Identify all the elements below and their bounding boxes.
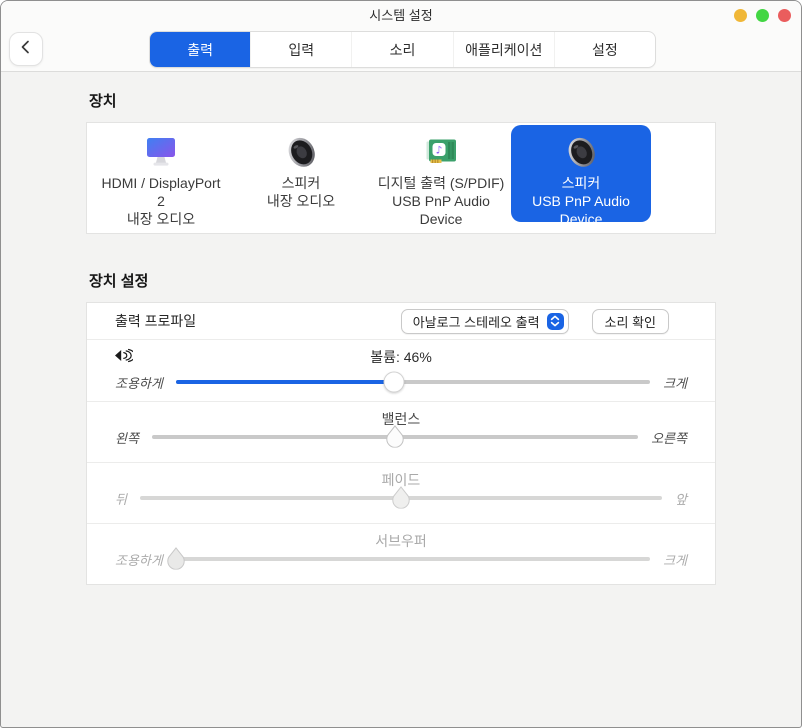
tab-sound-label: 소리 <box>390 40 416 60</box>
volume-slider-thumb[interactable] <box>383 372 404 393</box>
device-settings-panel: 출력 프로파일 아날로그 스테레오 출력 소리 확인 <box>86 302 716 585</box>
output-profile-label: 출력 프로파일 <box>115 311 401 331</box>
fade-slider <box>140 486 662 510</box>
subwoofer-slider-thumb <box>166 547 186 570</box>
output-profile-dropdown[interactable]: 아날로그 스테레오 출력 <box>401 309 569 334</box>
updown-chevrons-icon <box>547 313 564 330</box>
fade-slider-thumb <box>391 486 411 509</box>
fade-front-label: 앞 <box>675 489 687 508</box>
volume-max-label: 크게 <box>663 373 687 392</box>
output-profile-value: 아날로그 스테레오 출력 <box>413 312 540 331</box>
maximize-button[interactable] <box>756 9 769 22</box>
window-title: 시스템 설정 <box>1 1 801 30</box>
test-sound-button[interactable]: 소리 확인 <box>592 309 669 334</box>
volume-row: 볼륨: 46% 조용하게 크게 <box>87 339 715 401</box>
tab-output[interactable]: 출력 <box>150 32 250 67</box>
content-area: 장치 HDMI / DisplayPort 2 내장 오디오 <box>1 73 801 727</box>
device-card-hdmi-displayport[interactable]: HDMI / DisplayPort 2 내장 오디오 <box>91 125 231 222</box>
fade-rear-label: 뒤 <box>115 489 127 508</box>
device-label: 디지털 출력 (S/PDIF) USB PnP Audio Device <box>378 174 505 228</box>
device-settings-heading: 장치 설정 <box>89 270 801 291</box>
tab-bar: 출력 입력 소리 애플리케이션 설정 <box>149 31 656 68</box>
balance-slider-thumb[interactable] <box>385 425 405 448</box>
device-label: 스피커 내장 오디오 <box>267 174 335 210</box>
back-button[interactable] <box>9 32 43 66</box>
tab-input[interactable]: 입력 <box>250 32 351 67</box>
device-label: HDMI / DisplayPort 2 내장 오디오 <box>101 174 220 228</box>
subwoofer-row: 서브우퍼 조용하게 크게 <box>87 523 715 584</box>
subwoofer-min-label: 조용하게 <box>115 550 163 569</box>
balance-right-label: 오른쪽 <box>651 428 687 447</box>
svg-text:♪: ♪ <box>436 144 443 156</box>
device-label: 스피커 USB PnP Audio Device <box>532 174 630 228</box>
device-card-spdif[interactable]: ♪ 디지털 출력 (S/PDIF) USB PnP Audio Device <box>371 125 511 222</box>
device-list: HDMI / DisplayPort 2 내장 오디오 <box>86 122 716 234</box>
device-card-speakers-usb[interactable]: 스피커 USB PnP Audio Device <box>511 125 651 222</box>
window-header: 시스템 설정 출력 입력 소리 애플리케이션 설정 <box>1 1 801 72</box>
tab-applications[interactable]: 애플리케이션 <box>453 32 554 67</box>
traffic-lights <box>734 9 791 22</box>
volume-value-label: 볼륨: 46% <box>115 347 687 367</box>
soundcard-icon: ♪ <box>421 131 461 171</box>
output-profile-row: 출력 프로파일 아날로그 스테레오 출력 소리 확인 <box>87 303 715 339</box>
tab-applications-label: 애플리케이션 <box>465 40 542 60</box>
devices-heading: 장치 <box>89 90 801 111</box>
device-card-speakers-builtin[interactable]: 스피커 내장 오디오 <box>231 125 371 222</box>
tab-output-label: 출력 <box>187 40 213 60</box>
balance-left-label: 왼쪽 <box>115 428 139 447</box>
titlebar: 시스템 설정 <box>1 1 801 30</box>
minimize-button[interactable] <box>734 9 747 22</box>
volume-min-label: 조용하게 <box>115 373 163 392</box>
speaker-wave-icon <box>113 348 133 368</box>
slider-fill <box>176 380 394 384</box>
volume-slider[interactable] <box>176 370 650 394</box>
subwoofer-slider <box>176 547 650 571</box>
tab-settings[interactable]: 설정 <box>554 32 655 67</box>
tab-input-label: 입력 <box>288 40 314 60</box>
monitor-icon <box>141 131 181 171</box>
tab-sound[interactable]: 소리 <box>351 32 452 67</box>
speaker-icon <box>281 131 321 171</box>
balance-slider[interactable] <box>152 425 638 449</box>
close-button[interactable] <box>778 9 791 22</box>
speaker-icon <box>561 131 601 171</box>
system-settings-window: 시스템 설정 출력 입력 소리 애플리케이션 설정 장치 <box>0 0 802 728</box>
fade-row: 페이드 뒤 앞 <box>87 462 715 523</box>
chevron-left-icon <box>19 39 33 60</box>
tab-settings-label: 설정 <box>592 40 618 60</box>
balance-row: 밸런스 왼쪽 오른쪽 <box>87 401 715 462</box>
subwoofer-max-label: 크게 <box>663 550 687 569</box>
slider-track <box>176 557 650 561</box>
